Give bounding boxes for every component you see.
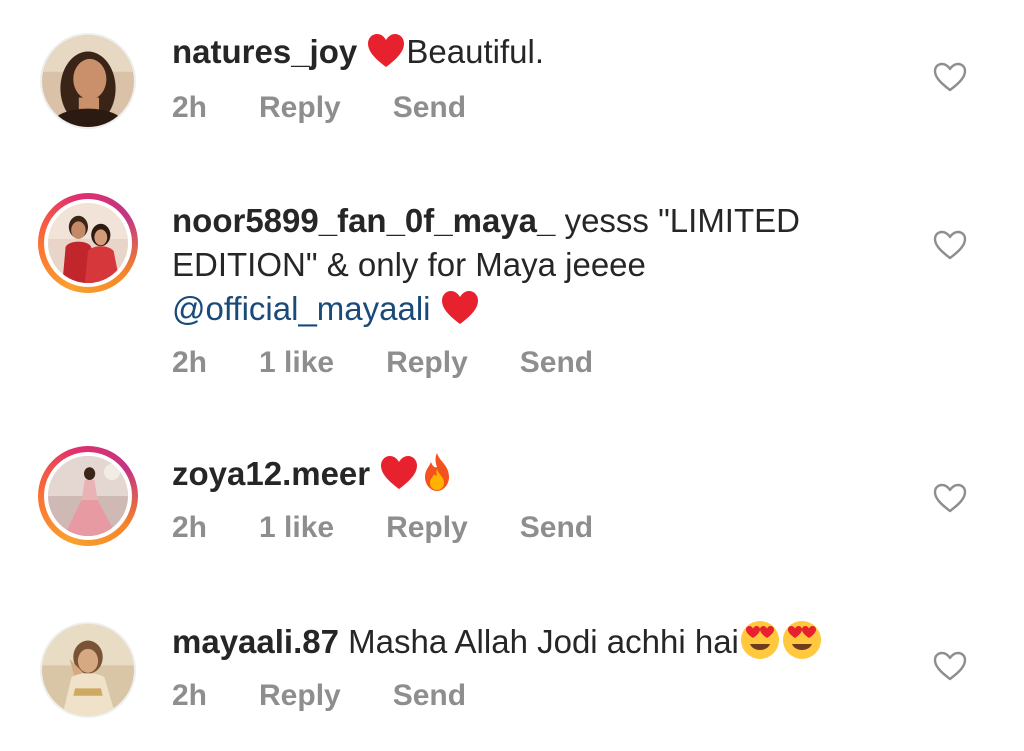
avatar[interactable] [38, 620, 138, 720]
profile-photo-dress-icon [48, 456, 128, 536]
comment-meta: 2h 1 like Reply Send [172, 346, 645, 380]
reply-button[interactable]: Reply [259, 91, 341, 125]
comment-meta: 2h Reply Send [172, 91, 518, 125]
avatar[interactable] [38, 193, 138, 293]
comment-body: yesss "LIMITED [564, 202, 800, 239]
comment-meta: 2h 1 like Reply Send [172, 511, 645, 545]
heart-outline-icon[interactable] [932, 482, 968, 514]
heart-eyes-emoji-icon [782, 621, 821, 659]
comment-text: mayaali.87 Masha Allah Jodi achhi hai [172, 619, 892, 664]
heart-outline-icon[interactable] [932, 61, 968, 93]
red-heart-emoji-icon [368, 34, 405, 67]
comment-meta: 2h Reply Send [172, 679, 518, 713]
comment-text: noor5899_fan_0f_maya_ yesss "LIMITED EDI… [172, 199, 892, 331]
like-count[interactable]: 1 like [259, 511, 334, 545]
heart-outline-icon[interactable] [932, 229, 968, 261]
profile-photo-woman-icon [40, 33, 136, 129]
avatar[interactable] [38, 31, 138, 131]
avatar[interactable] [38, 446, 138, 546]
send-button[interactable]: Send [520, 346, 593, 380]
reply-button[interactable]: Reply [259, 679, 341, 713]
comment-time: 2h [172, 511, 208, 544]
red-heart-emoji-icon [441, 291, 478, 324]
comment-username[interactable]: mayaali.87 [172, 623, 339, 660]
comment-body: Masha Allah Jodi achhi hai [348, 623, 739, 660]
reply-button[interactable]: Reply [386, 346, 468, 380]
comment-text: zoya12.meer [172, 451, 892, 496]
comment-time: 2h [172, 346, 208, 379]
like-count[interactable]: 1 like [259, 346, 334, 380]
send-button[interactable]: Send [393, 679, 466, 713]
profile-photo-woman-posing-icon [40, 622, 136, 718]
comment-username[interactable]: zoya12.meer [172, 455, 370, 492]
heart-eyes-emoji-icon [740, 621, 779, 659]
send-button[interactable]: Send [393, 91, 466, 125]
comment-username[interactable]: noor5899_fan_0f_maya_ [172, 202, 555, 239]
comment-time: 2h [172, 679, 208, 712]
comment-time: 2h [172, 91, 208, 124]
red-heart-emoji-icon [381, 456, 418, 489]
profile-photo-couple-icon [48, 203, 128, 283]
heart-outline-icon[interactable] [932, 650, 968, 682]
comment-body: Beautiful. [406, 33, 545, 70]
send-button[interactable]: Send [520, 511, 593, 545]
comment-body-continued: EDITION" & only for Maya jeeee [172, 246, 646, 283]
mention-link[interactable]: @official_mayaali [172, 290, 431, 327]
comment-username[interactable]: natures_joy [172, 33, 357, 70]
reply-button[interactable]: Reply [386, 511, 468, 545]
comment-text: natures_joy Beautiful. [172, 30, 892, 74]
fire-emoji-icon [425, 453, 450, 491]
